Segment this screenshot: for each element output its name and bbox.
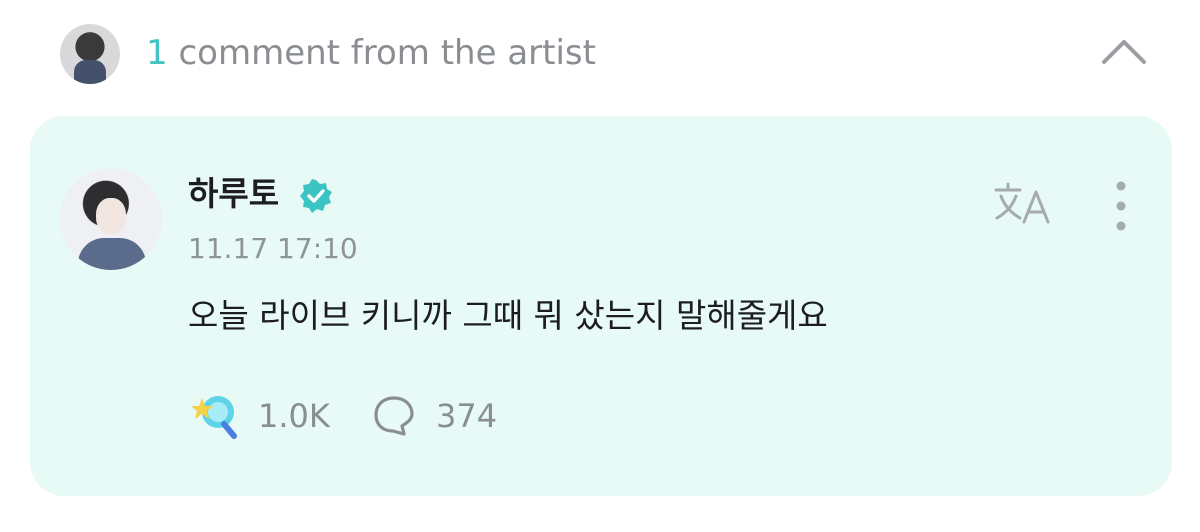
comment-author-avatar[interactable]	[60, 168, 162, 270]
speech-bubble-icon[interactable]	[372, 394, 416, 438]
reply-count: 374	[436, 397, 498, 435]
star-wand-icon[interactable]	[188, 390, 240, 440]
artist-avatar	[60, 24, 120, 84]
comment-count: 1	[146, 33, 168, 73]
comment-author-name[interactable]: 하루토	[188, 174, 279, 214]
header-title: 1 comment from the artist	[146, 32, 596, 74]
header-title-text: comment from the artist	[178, 33, 596, 73]
translate-icon[interactable]	[992, 180, 1054, 228]
artist-comments-header[interactable]: 1 comment from the artist	[0, 0, 1200, 110]
comment-text: 오늘 라이브 키니까 그때 뭐 샀는지 말해줄게요	[188, 296, 828, 335]
comment-card: 하루토 11.17 17:10 오늘 라이브 키니까 그때 뭐 샀는지 말해줄게…	[30, 116, 1172, 496]
avatar-face	[96, 198, 126, 234]
more-vertical-icon[interactable]	[1106, 176, 1136, 236]
verified-badge-icon	[300, 179, 332, 213]
reaction-count: 1.0K	[258, 397, 330, 435]
avatar-shirt	[78, 238, 146, 270]
chevron-up-icon[interactable]	[1100, 34, 1148, 70]
comment-timestamp: 11.17 17:10	[188, 232, 358, 265]
